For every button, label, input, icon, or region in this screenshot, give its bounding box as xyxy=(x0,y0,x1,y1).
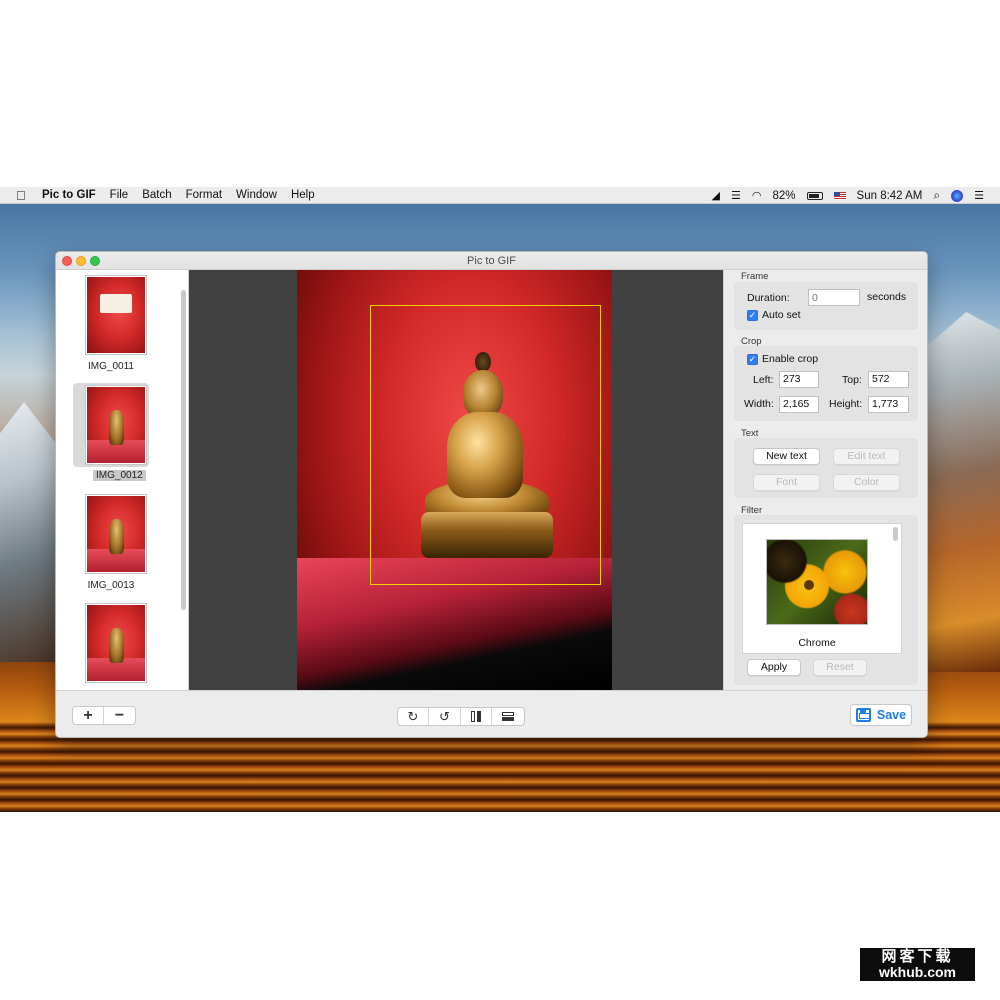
siri-icon[interactable] xyxy=(951,189,964,202)
crop-height-label: Height: xyxy=(829,398,863,410)
frame-section-title: Frame xyxy=(741,271,769,282)
menu-file[interactable]: File xyxy=(110,189,129,201)
preview-canvas[interactable] xyxy=(189,270,723,690)
text-section: New text Edit text Font Color xyxy=(734,438,918,498)
edit-text-button[interactable]: Edit text xyxy=(833,448,900,465)
menu-batch[interactable]: Batch xyxy=(142,189,171,201)
transform-control: ↻ ↺ xyxy=(397,707,525,726)
crop-left-label: Left: xyxy=(753,374,774,386)
thumbnail-image xyxy=(87,387,145,463)
enable-crop-label: Enable crop xyxy=(762,353,819,365)
crop-height-input[interactable]: 1,773 xyxy=(868,396,909,413)
menu-app-name[interactable]: Pic to GIF xyxy=(42,189,96,201)
seconds-label: seconds xyxy=(867,291,907,303)
image-list-item[interactable]: IMG_0011 xyxy=(73,275,149,372)
thumbnail-frame xyxy=(85,385,147,465)
menu-window[interactable]: Window xyxy=(236,189,277,201)
watermark-line1: 网客下载 xyxy=(881,948,954,965)
auto-set-checkbox[interactable]: ✓ xyxy=(747,310,758,321)
status-area: ◢ ☰ ◠ 82% Sun 8:42 AM ⌕ ☰ xyxy=(712,187,984,204)
add-image-button[interactable]: + xyxy=(73,707,104,724)
title-bar[interactable]: Pic to GIF xyxy=(56,252,927,270)
crop-top-label: Top: xyxy=(842,374,862,386)
crop-width-label: Width: xyxy=(744,398,774,410)
thumbnail-image xyxy=(87,277,145,353)
font-button[interactable]: Font xyxy=(753,474,820,491)
new-text-button[interactable]: New text xyxy=(753,448,820,465)
bars-icon[interactable]: ☰ xyxy=(731,189,741,202)
thumbnail-image xyxy=(87,605,145,681)
add-remove-control: + − xyxy=(72,706,136,725)
reset-filter-button[interactable]: Reset xyxy=(813,659,867,676)
image-list-scrollbar[interactable] xyxy=(181,290,186,610)
duration-input[interactable] xyxy=(808,289,860,306)
crop-left-input[interactable]: 273 xyxy=(779,371,819,388)
save-button[interactable]: Save xyxy=(850,704,912,726)
image-list-item[interactable]: IMG_0013 xyxy=(73,494,149,591)
floppy-disk-icon xyxy=(855,708,871,722)
crop-top-input[interactable]: 572 xyxy=(868,371,909,388)
apply-filter-button[interactable]: Apply xyxy=(747,659,801,676)
filter-preview-image[interactable] xyxy=(766,539,868,625)
frame-section: Duration: seconds ✓ Auto set xyxy=(734,282,918,330)
duration-label: Duration: xyxy=(747,292,790,304)
menu-help[interactable]: Help xyxy=(291,189,315,201)
mountain-right xyxy=(925,312,1000,672)
rotate-ccw-button[interactable]: ↺ xyxy=(429,708,461,725)
battery-percent[interactable]: 82% xyxy=(773,190,796,202)
window-title: Pic to GIF xyxy=(467,255,516,267)
filter-scrollbar[interactable] xyxy=(893,527,898,541)
filter-section: Chrome Apply Reset xyxy=(734,515,918,685)
clock[interactable]: Sun 8:42 AM xyxy=(857,190,923,202)
airplay-icon[interactable]: ◢ xyxy=(712,189,720,202)
filter-preset-name: Chrome xyxy=(798,637,836,649)
save-button-label: Save xyxy=(876,708,907,722)
crop-width-input[interactable]: 2,165 xyxy=(779,396,819,413)
thumbnail-frame xyxy=(85,603,147,683)
flip-horizontal-icon[interactable] xyxy=(461,708,492,725)
image-list-item-label: IMG_0013 xyxy=(87,580,135,591)
menu-bar:  Pic to GIF File Batch Format Window He… xyxy=(0,187,1000,204)
menu-format[interactable]: Format xyxy=(186,189,222,201)
image-list[interactable]: IMG_0011 IMG_0012 IMG_0013 xyxy=(56,270,189,690)
battery-icon[interactable] xyxy=(806,191,823,200)
filter-preset-list[interactable]: Chrome xyxy=(742,523,902,654)
thumbnail-image xyxy=(87,496,145,572)
search-icon[interactable]: ⌕ xyxy=(933,188,940,203)
rotate-cw-button[interactable]: ↻ xyxy=(398,708,429,725)
app-window: Pic to GIF IMG_0011 IMG_0012 IMG_0013 Fr… xyxy=(55,251,928,738)
flip-vertical-icon[interactable] xyxy=(492,708,524,725)
thumbnail-frame xyxy=(85,275,147,355)
crop-section: ✓ Enable crop Left: 273 Top: 572 Width: … xyxy=(734,346,918,421)
remove-image-button[interactable]: − xyxy=(104,707,135,724)
image-list-item-label: IMG_0012 xyxy=(93,470,146,481)
mountain-left xyxy=(0,402,60,662)
menu-list-icon[interactable]: ☰ xyxy=(974,189,984,202)
image-list-item-selected[interactable]: IMG_0012 xyxy=(73,383,149,481)
watermark: 网客下载 wkhub.com xyxy=(860,948,975,981)
bottom-toolbar: + − ↻ ↺ Save xyxy=(56,690,927,737)
image-list-item[interactable] xyxy=(73,603,149,683)
image-list-item-label: IMG_0011 xyxy=(88,361,134,372)
color-button[interactable]: Color xyxy=(833,474,900,491)
auto-set-label: Auto set xyxy=(762,309,801,321)
apple-icon[interactable]:  xyxy=(16,189,28,202)
enable-crop-checkbox[interactable]: ✓ xyxy=(747,354,758,365)
wifi-icon[interactable]: ◠ xyxy=(752,189,762,202)
watermark-line2: wkhub.com xyxy=(878,964,956,980)
flag-icon[interactable] xyxy=(833,191,846,200)
thumbnail-frame xyxy=(85,494,147,574)
crop-rectangle[interactable] xyxy=(370,305,601,585)
inspector-panel: Frame Duration: seconds ✓ Auto set Crop … xyxy=(723,270,927,690)
